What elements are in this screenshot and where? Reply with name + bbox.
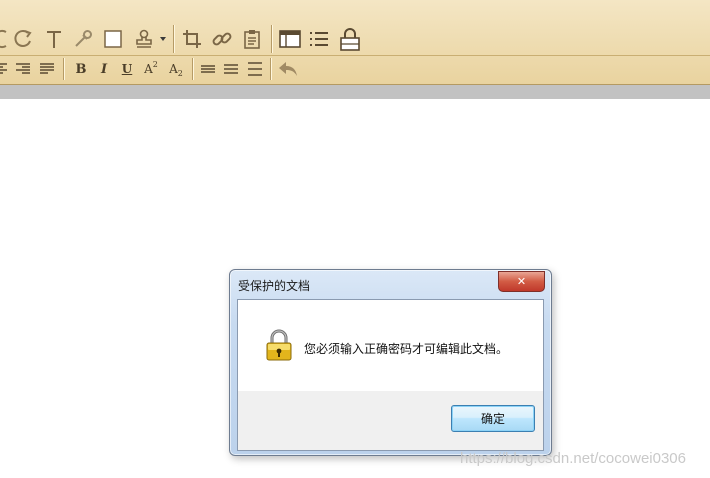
toolbar-row-2: B I U A2 A2	[0, 56, 710, 84]
protected-document-dialog: 受保护的文档 ✕ 您必须输入正确密码才可编辑此文档。 确定	[229, 269, 552, 456]
dialog-body: 您必须输入正确密码才可编辑此文档。 确定	[237, 299, 544, 451]
rectangle-fill-icon[interactable]	[102, 28, 124, 50]
stamp-dropdown-arrow-icon[interactable]	[158, 33, 168, 45]
italic-button[interactable]: I	[94, 59, 114, 79]
toolbar-separator	[173, 25, 174, 53]
rotate-right-icon[interactable]	[12, 28, 34, 50]
superscript-mark: 2	[152, 59, 158, 69]
text-tool-icon[interactable]	[43, 28, 65, 50]
window-layout-icon[interactable]	[279, 28, 301, 50]
subscript-letter: A	[169, 62, 178, 76]
line-spacing-1-icon[interactable]	[199, 61, 217, 77]
toolbar-row-1	[0, 0, 710, 56]
bold-button[interactable]: B	[71, 59, 91, 79]
ok-button[interactable]: 确定	[451, 405, 535, 432]
close-button[interactable]: ✕	[498, 271, 545, 292]
toolbar-separator	[63, 58, 64, 80]
dialog-content-area: 您必须输入正确密码才可编辑此文档。	[238, 300, 543, 391]
superscript-button[interactable]: A2	[140, 59, 162, 79]
watermark: https://blog.csdn.net/cocowei0306	[460, 450, 686, 467]
align-right-icon[interactable]	[14, 61, 32, 77]
padlock-icon	[266, 329, 292, 365]
list-icon[interactable]	[308, 28, 330, 50]
align-left-icon[interactable]	[0, 61, 8, 77]
line-spacing-2-icon[interactable]	[222, 61, 240, 77]
clipboard-icon[interactable]	[241, 28, 263, 50]
toolbar-separator	[270, 58, 271, 80]
dialog-message: 您必须输入正确密码才可编辑此文档。	[304, 342, 509, 356]
close-icon: ✕	[516, 275, 527, 288]
stamp-icon[interactable]	[133, 28, 155, 50]
superscript-letter: A	[144, 62, 153, 76]
toolbar-separator	[271, 25, 272, 53]
subscript-mark: 2	[177, 68, 183, 78]
lock-icon[interactable]	[338, 26, 362, 52]
rotate-left-icon[interactable]	[0, 28, 10, 50]
line-spacing-3-icon[interactable]	[246, 61, 264, 77]
toolbar-separator	[192, 58, 193, 80]
underline-button[interactable]: U	[117, 59, 137, 79]
ruler-bar	[0, 85, 710, 99]
toolbar: B I U A2 A2	[0, 0, 710, 85]
align-justify-icon[interactable]	[38, 61, 56, 77]
crop-icon[interactable]	[181, 28, 203, 50]
eyedropper-icon[interactable]	[72, 28, 94, 50]
link-icon[interactable]	[211, 28, 233, 50]
dialog-title: 受保护的文档	[238, 279, 311, 293]
subscript-button[interactable]: A2	[165, 59, 187, 79]
undo-icon[interactable]	[277, 59, 299, 79]
